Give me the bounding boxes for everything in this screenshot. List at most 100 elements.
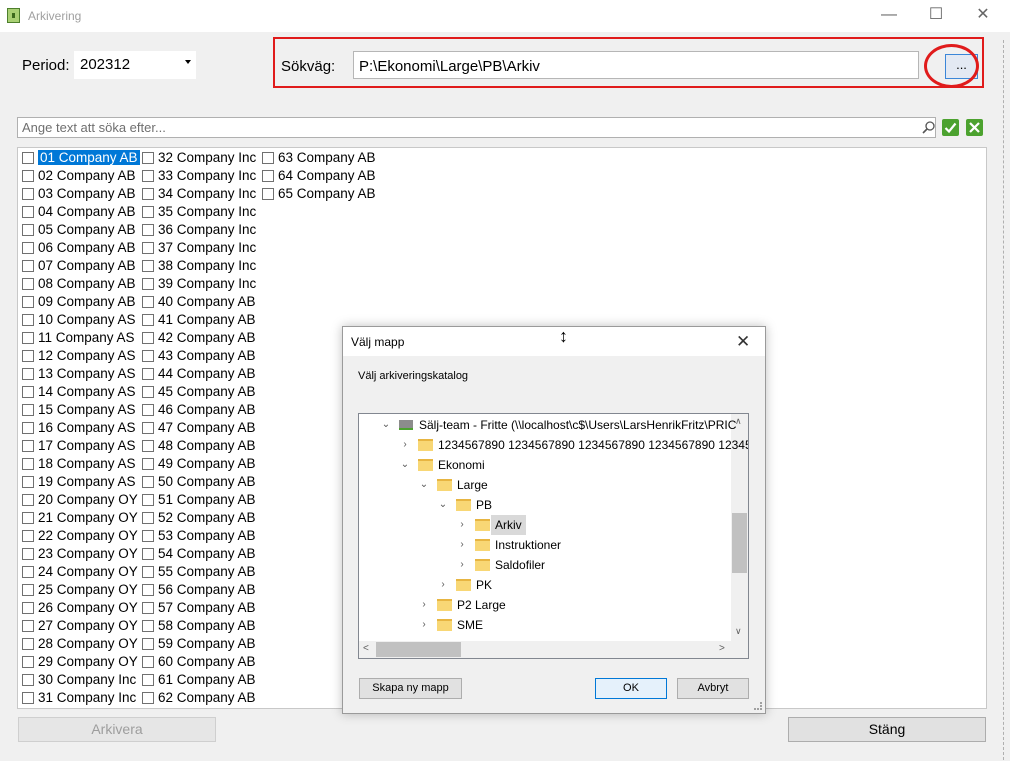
chevron-down-icon[interactable]: ⌄ — [400, 455, 410, 475]
company-checkbox[interactable] — [142, 638, 154, 650]
company-item[interactable]: 60 Company AB — [138, 653, 256, 671]
company-item[interactable]: 01 Company AB — [18, 149, 140, 167]
company-item[interactable]: 04 Company AB — [18, 203, 140, 221]
chevron-down-icon[interactable]: ⌄ — [419, 475, 429, 495]
company-checkbox[interactable] — [142, 692, 154, 704]
company-checkbox[interactable] — [262, 152, 274, 164]
company-item[interactable]: 45 Company AB — [138, 383, 256, 401]
chevron-right-icon[interactable]: › — [419, 595, 429, 615]
archive-button[interactable]: Arkivera — [18, 717, 216, 742]
company-item[interactable]: 61 Company AB — [138, 671, 256, 689]
company-checkbox[interactable] — [22, 278, 34, 290]
company-checkbox[interactable] — [142, 188, 154, 200]
company-checkbox[interactable] — [22, 512, 34, 524]
company-item[interactable]: 34 Company Inc — [138, 185, 256, 203]
company-item[interactable]: 46 Company AB — [138, 401, 256, 419]
browse-button[interactable]: ... — [945, 54, 978, 79]
company-item[interactable]: 03 Company AB — [18, 185, 140, 203]
company-item[interactable]: 47 Company AB — [138, 419, 256, 437]
company-item[interactable]: 35 Company Inc — [138, 203, 256, 221]
resize-grip-icon[interactable] — [754, 702, 762, 710]
chevron-right-icon[interactable]: › — [457, 535, 467, 555]
company-checkbox[interactable] — [22, 476, 34, 488]
company-checkbox[interactable] — [22, 674, 34, 686]
company-item[interactable]: 38 Company Inc — [138, 257, 256, 275]
company-checkbox[interactable] — [22, 494, 34, 506]
company-item[interactable]: 25 Company OY — [18, 581, 140, 599]
company-item[interactable]: 18 Company AS — [18, 455, 140, 473]
company-checkbox[interactable] — [22, 332, 34, 344]
company-item[interactable]: 55 Company AB — [138, 563, 256, 581]
company-item[interactable]: 50 Company AB — [138, 473, 256, 491]
company-checkbox[interactable] — [142, 260, 154, 272]
company-item[interactable]: 40 Company AB — [138, 293, 256, 311]
company-item[interactable]: 53 Company AB — [138, 527, 256, 545]
company-checkbox[interactable] — [142, 476, 154, 488]
company-checkbox[interactable] — [142, 548, 154, 560]
scroll-down-icon[interactable]: ∨ — [735, 626, 742, 637]
company-item[interactable]: 42 Company AB — [138, 329, 256, 347]
company-item[interactable]: 10 Company AS — [18, 311, 140, 329]
company-item[interactable]: 11 Company AS — [18, 329, 140, 347]
company-item[interactable]: 41 Company AB — [138, 311, 256, 329]
company-checkbox[interactable] — [142, 602, 154, 614]
chevron-down-icon[interactable]: ⌄ — [438, 495, 448, 515]
dialog-ok-button[interactable]: OK — [595, 678, 667, 699]
company-item[interactable]: 16 Company AS — [18, 419, 140, 437]
company-item[interactable]: 63 Company AB — [258, 149, 376, 167]
path-input[interactable]: P:\Ekonomi\Large\PB\Arkiv — [353, 51, 919, 79]
horizontal-scroll-thumb[interactable] — [376, 642, 461, 657]
company-item[interactable]: 24 Company OY — [18, 563, 140, 581]
company-item[interactable]: 09 Company AB — [18, 293, 140, 311]
new-folder-button[interactable]: Skapa ny mapp — [359, 678, 462, 699]
company-checkbox[interactable] — [142, 512, 154, 524]
company-checkbox[interactable] — [142, 152, 154, 164]
search-input[interactable] — [22, 120, 902, 135]
company-checkbox[interactable] — [142, 314, 154, 326]
company-checkbox[interactable] — [142, 350, 154, 362]
check-icon[interactable] — [942, 119, 959, 136]
company-checkbox[interactable] — [22, 386, 34, 398]
company-checkbox[interactable] — [22, 692, 34, 704]
company-checkbox[interactable] — [142, 242, 154, 254]
company-checkbox[interactable] — [22, 242, 34, 254]
search-box[interactable] — [17, 117, 936, 138]
company-item[interactable]: 28 Company OY — [18, 635, 140, 653]
company-checkbox[interactable] — [22, 188, 34, 200]
chevron-right-icon[interactable]: › — [457, 555, 467, 575]
maximize-icon[interactable]: ☐ — [913, 0, 959, 32]
company-checkbox[interactable] — [262, 188, 274, 200]
company-item[interactable]: 39 Company Inc — [138, 275, 256, 293]
company-item[interactable]: 13 Company AS — [18, 365, 140, 383]
period-select[interactable]: 202312 — [74, 51, 196, 79]
company-checkbox[interactable] — [142, 656, 154, 668]
company-item[interactable]: 65 Company AB — [258, 185, 376, 203]
company-checkbox[interactable] — [142, 440, 154, 452]
company-checkbox[interactable] — [142, 332, 154, 344]
company-checkbox[interactable] — [142, 494, 154, 506]
search-icon[interactable] — [921, 120, 936, 135]
company-checkbox[interactable] — [22, 584, 34, 596]
chevron-right-icon[interactable]: › — [457, 515, 467, 535]
minimize-icon[interactable]: — — [866, 0, 912, 32]
company-item[interactable]: 21 Company OY — [18, 509, 140, 527]
company-item[interactable]: 44 Company AB — [138, 365, 256, 383]
company-item[interactable]: 19 Company AS — [18, 473, 140, 491]
company-item[interactable]: 52 Company AB — [138, 509, 256, 527]
close-button[interactable]: Stäng — [788, 717, 986, 742]
company-item[interactable]: 43 Company AB — [138, 347, 256, 365]
company-item[interactable]: 48 Company AB — [138, 437, 256, 455]
company-checkbox[interactable] — [22, 368, 34, 380]
company-item[interactable]: 37 Company Inc — [138, 239, 256, 257]
company-item[interactable]: 26 Company OY — [18, 599, 140, 617]
company-item[interactable]: 05 Company AB — [18, 221, 140, 239]
company-checkbox[interactable] — [22, 314, 34, 326]
company-item[interactable]: 15 Company AS — [18, 401, 140, 419]
company-item[interactable]: 36 Company Inc — [138, 221, 256, 239]
company-checkbox[interactable] — [142, 368, 154, 380]
clear-x-icon[interactable] — [966, 119, 983, 136]
company-checkbox[interactable] — [22, 530, 34, 542]
company-item[interactable]: 64 Company AB — [258, 167, 376, 185]
company-item[interactable]: 27 Company OY — [18, 617, 140, 635]
company-item[interactable]: 22 Company OY — [18, 527, 140, 545]
